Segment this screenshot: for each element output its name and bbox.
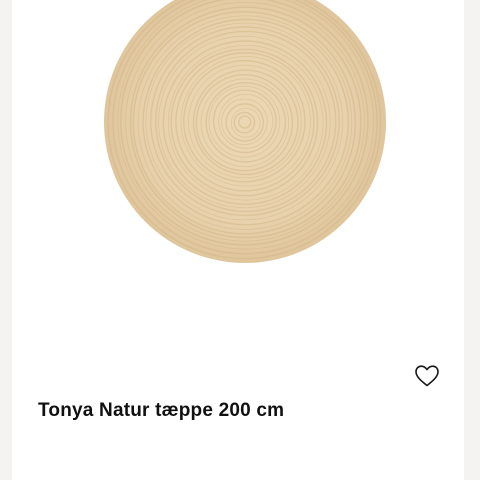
product-image[interactable]: [101, 0, 389, 266]
heart-outline-icon: [415, 365, 439, 387]
round-jute-rug-image: [104, 0, 386, 263]
product-card[interactable]: Tonya Natur tæppe 200 cm: [12, 0, 464, 480]
favorite-button[interactable]: [414, 363, 440, 389]
product-title[interactable]: Tonya Natur tæppe 200 cm: [38, 400, 284, 422]
